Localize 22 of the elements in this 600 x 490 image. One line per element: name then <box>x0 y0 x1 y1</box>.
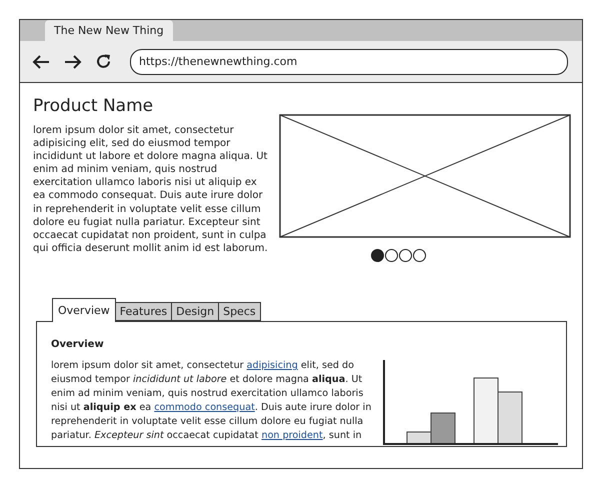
overview-paragraph: lorem ipsum dolor sit amet, consectetur adipisicing elit, sed do eiusmod tempor incididunt ut labore et dolore magna aliqua. Ut enim ad minim veniam, quis nostrud exercitation ullamco laboris nisi ut aliquip ex ea commodo consequat. Duis aute irure dolor in reprehenderit in voluptate velit esse cillum dolore eu fugiat nulla pariatur. Excepteur sint occaecat cupidatat non proident, sunt in <box>51 359 372 443</box>
chart-bar <box>498 392 522 444</box>
product-description: lorem ipsum dolor sit amet, consectetur adipisicing elit, sed do eiusmod tempor incididunt ut labore et dolore magna aliqua. Ut enim ad minim veniam, quis nostrud exercitation ullamco laboris nisi ut aliquip ex ea commodo consequat. Duis aute irure dolor in reprehenderit in voluptate velit esse cillum dolore eu fugiat nulla pariatur. Excepteur sint occaecat cupidatat non proident, sunt in culpa qui officia deserunt mollit anim id est laborum. <box>33 124 269 255</box>
browser-tab[interactable]: The New New Thing <box>45 20 173 41</box>
tab[interactable]: Design <box>171 302 220 321</box>
text-link[interactable]: adipisicing <box>246 360 298 371</box>
tab[interactable]: Features <box>114 302 172 321</box>
product-title: Product Name <box>33 95 154 117</box>
text-link[interactable]: commodo consequat <box>154 402 255 413</box>
forward-arrow-icon[interactable] <box>63 54 83 70</box>
panel-heading: Overview <box>51 339 105 350</box>
chart-bar <box>474 378 498 444</box>
carousel-dot[interactable] <box>384 249 398 262</box>
reload-icon[interactable] <box>95 53 112 70</box>
carousel-dot[interactable] <box>412 249 426 262</box>
carousel-dot[interactable] <box>370 249 384 262</box>
tab[interactable]: Specs <box>218 302 261 321</box>
tab[interactable]: Overview <box>52 298 116 322</box>
back-arrow-icon[interactable] <box>31 54 51 70</box>
address-field[interactable]: https://thenewnewthing.com <box>130 48 568 74</box>
carousel-dot[interactable] <box>398 249 412 262</box>
text-link[interactable]: non proident <box>261 430 323 441</box>
